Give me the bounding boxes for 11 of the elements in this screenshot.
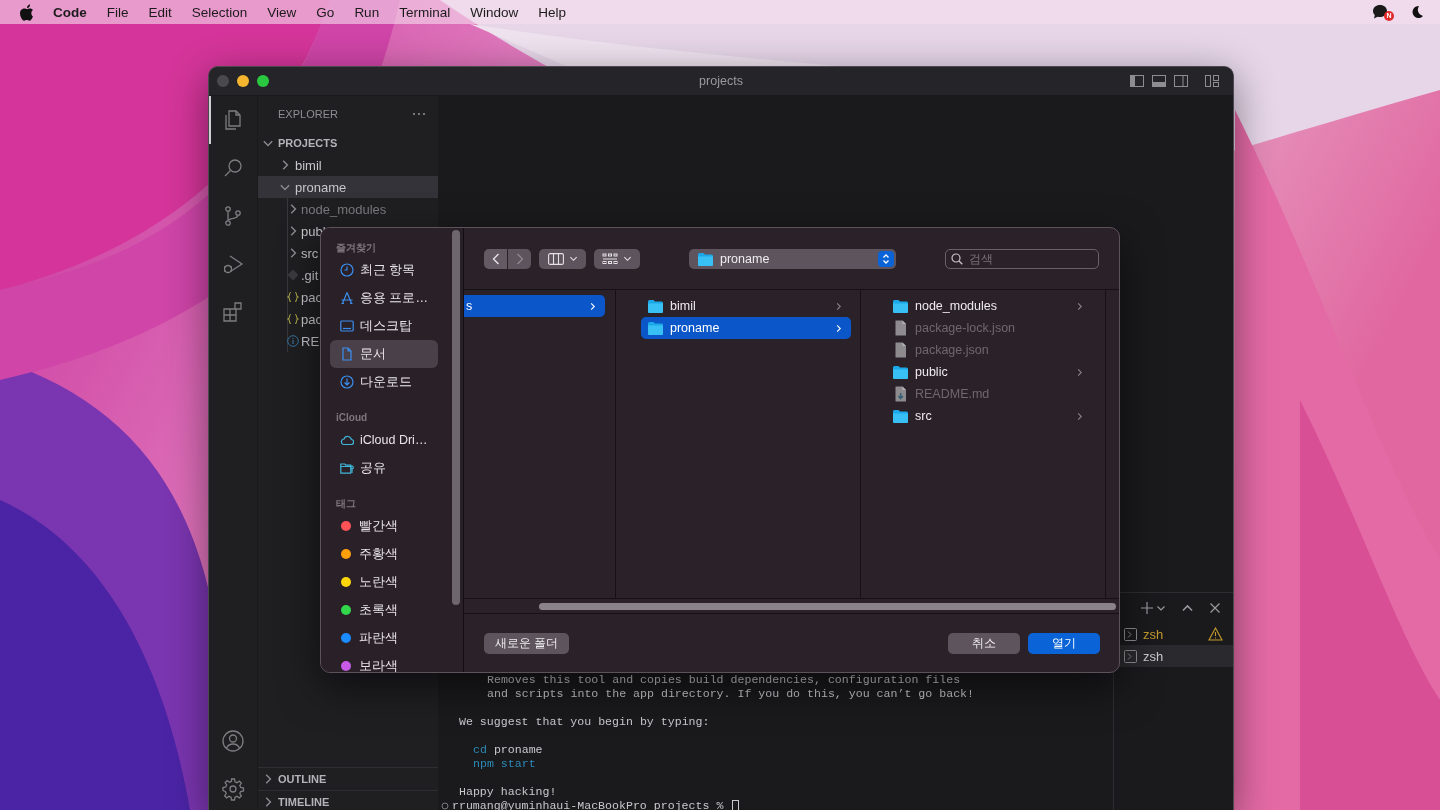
terminal-line: Removes this tool and copies build dependencies, configuration files	[486, 673, 962, 687]
section-heading: 즐겨찾기	[335, 241, 377, 255]
window-title: projects	[699, 74, 743, 88]
terminal-line: npm start	[472, 757, 537, 771]
terminal-line: Happy hacking!	[458, 785, 558, 799]
terminal-line: and scripts into the app directory. If you do this, you can’t go back!	[486, 687, 976, 701]
panel-title: EXPLORER	[278, 108, 338, 120]
terminal-line: We suggest that you begin by typing:	[458, 715, 711, 729]
section-heading: 태그	[335, 497, 357, 511]
section-heading: iCloud	[335, 411, 369, 425]
terminal-line: cd proname	[472, 743, 544, 757]
